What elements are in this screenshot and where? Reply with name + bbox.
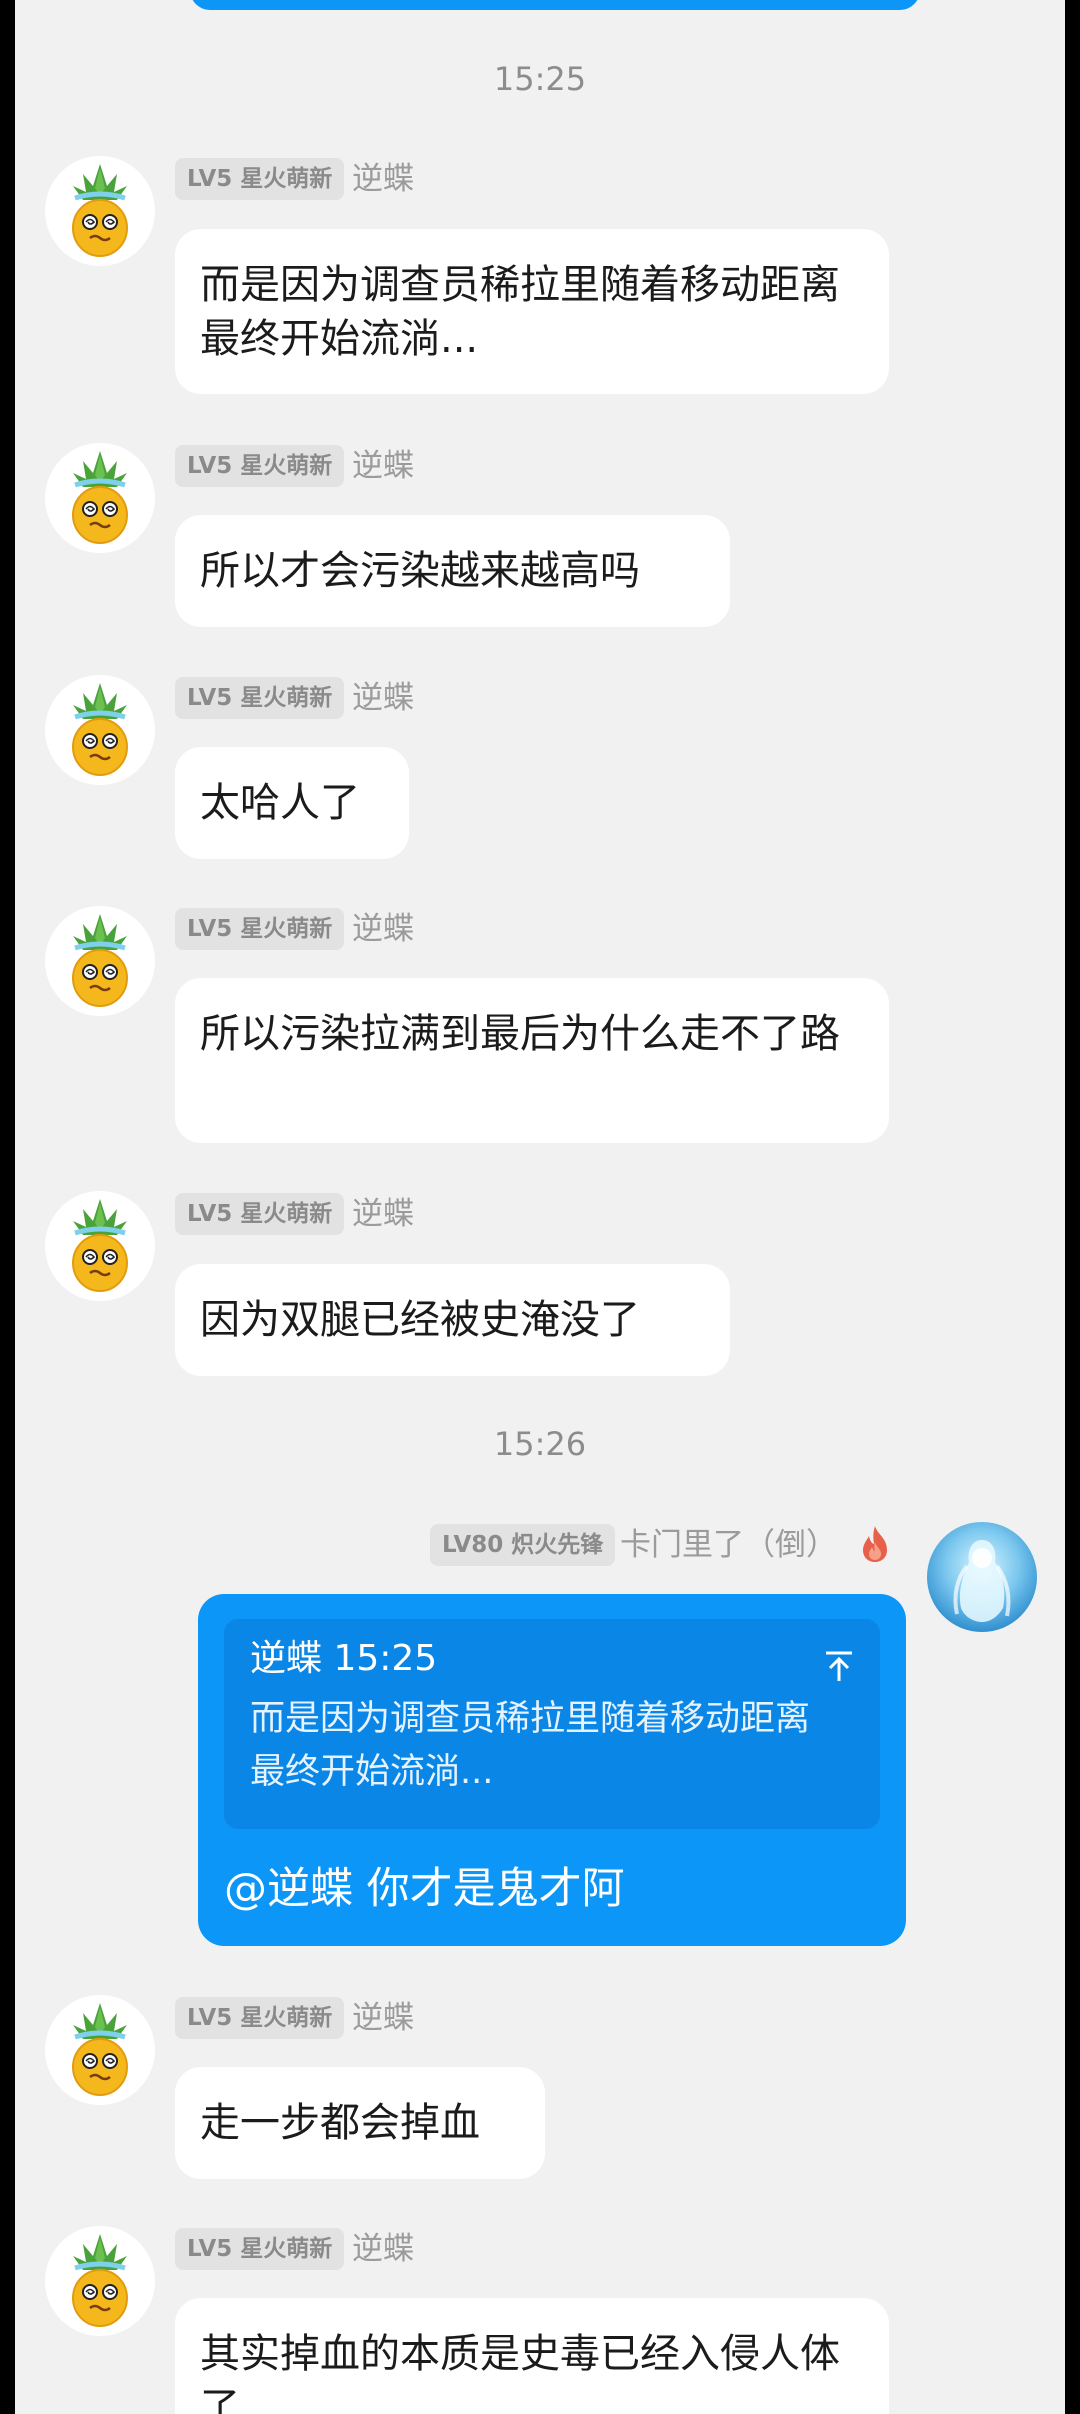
timestamp: 15:26 [493,1425,587,1463]
message-text: 走一步都会掉血 [200,2100,480,2146]
message-bubble[interactable]: 所以污染拉满到最后为什么走不了路 [175,978,889,1143]
sender-name[interactable]: 逆蝶 [352,1193,414,1235]
pineapple-avatar[interactable] [45,2226,155,2336]
jump-to-top-icon[interactable] [822,1649,856,1683]
reply-message-bubble[interactable]: 逆蝶 15:25 而是因为调查员稀拉里随着移动距离最终开始流淌... @逆蝶 你… [198,1594,906,1946]
level-badge: LV5 星火萌新 [175,158,345,200]
message-text: 所以才会污染越来越高吗 [200,548,640,594]
pineapple-avatar[interactable] [45,156,155,266]
message-text: 因为双腿已经被史淹没了 [200,1297,640,1343]
sender-name[interactable]: 逆蝶 [352,445,414,487]
level-badge: LV80 炽火先锋 [430,1524,616,1566]
level-badge: LV5 星火萌新 [175,677,345,719]
sender-name[interactable]: 逆蝶 [352,2228,414,2270]
pineapple-avatar[interactable] [45,906,155,1016]
reply-text: @逆蝶 你才是鬼才阿 [224,1864,625,1914]
message-bubble[interactable]: 所以才会污染越来越高吗 [175,515,730,627]
sender-name[interactable]: 逆蝶 [352,158,414,200]
message-bubble[interactable]: 因为双腿已经被史淹没了 [175,1264,730,1376]
timestamp: 15:25 [493,60,587,98]
pineapple-avatar[interactable] [45,675,155,785]
message-text: 太哈人了 [200,780,360,826]
previous-message-bubble[interactable] [190,0,920,10]
sender-name[interactable]: 逆蝶 [352,908,414,950]
flame-icon [857,1524,893,1564]
message-text: 其实掉血的本质是史毒已经入侵人体了 [200,2331,840,2414]
level-badge: LV5 星火萌新 [175,908,345,950]
quote-author-time: 逆蝶 15:25 [250,1638,438,1679]
chat-screen: 15:25 LV5 星火萌新 逆蝶 而是因为调查员稀拉里随着移动距离最终开始流淌… [15,0,1065,2414]
level-badge: LV5 星火萌新 [175,445,345,487]
message-text: 而是因为调查员稀拉里随着移动距离最终开始流淌... [200,262,840,362]
message-bubble[interactable]: 其实掉血的本质是史毒已经入侵人体了 [175,2298,889,2414]
pineapple-avatar[interactable] [45,1191,155,1301]
sender-name[interactable]: 逆蝶 [352,677,414,719]
message-text: 所以污染拉满到最后为什么走不了路 [200,1011,840,1057]
quote-text: 而是因为调查员稀拉里随着移动距离最终开始流淌... [250,1699,811,1792]
level-badge: LV5 星火萌新 [175,2228,345,2270]
pineapple-avatar[interactable] [45,443,155,553]
message-bubble[interactable]: 走一步都会掉血 [175,2067,545,2179]
sender-name[interactable]: 逆蝶 [352,1997,414,2039]
pineapple-avatar[interactable] [45,1995,155,2105]
level-badge: LV5 星火萌新 [175,1193,345,1235]
ice-figure-avatar[interactable] [927,1522,1037,1632]
sender-name[interactable]: 卡门里了（倒） [620,1524,837,1566]
message-bubble[interactable]: 而是因为调查员稀拉里随着移动距离最终开始流淌... [175,229,889,394]
level-badge: LV5 星火萌新 [175,1997,345,2039]
quoted-message[interactable]: 逆蝶 15:25 而是因为调查员稀拉里随着移动距离最终开始流淌... [224,1619,880,1829]
message-bubble[interactable]: 太哈人了 [175,747,409,859]
